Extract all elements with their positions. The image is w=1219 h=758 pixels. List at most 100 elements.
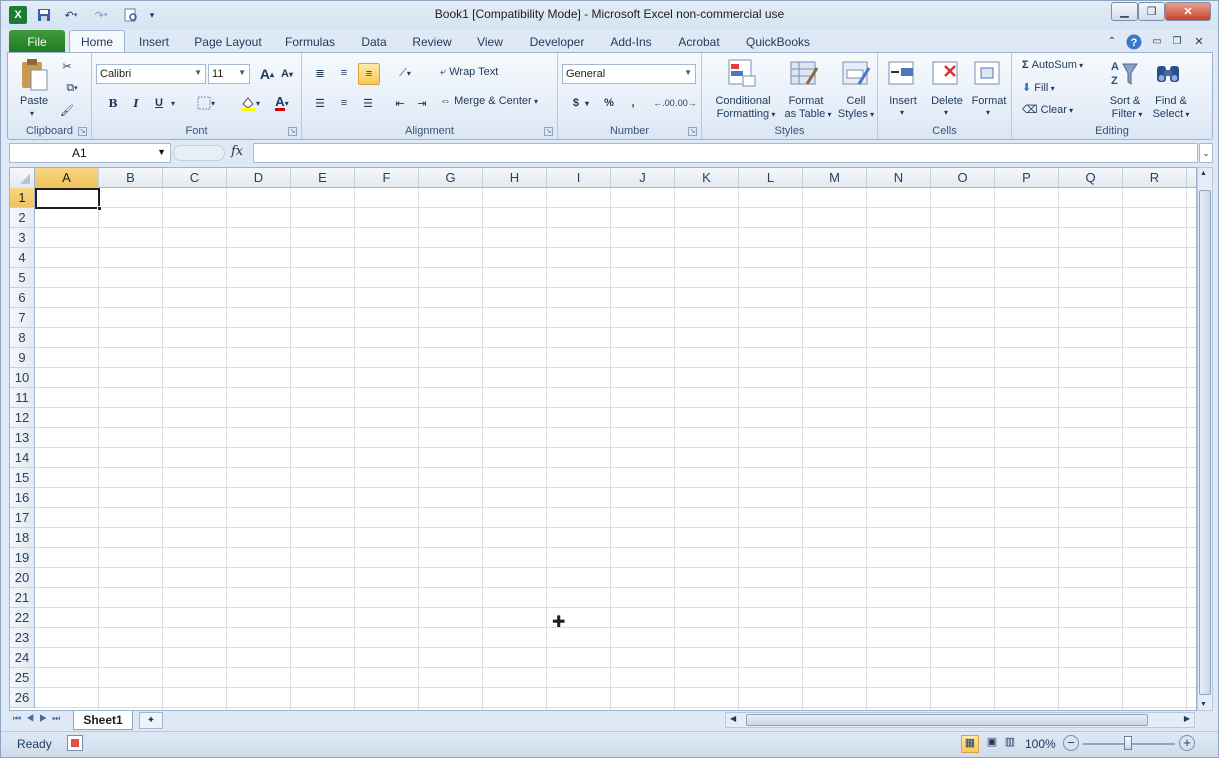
column-header[interactable]: L <box>739 168 803 188</box>
tab-acrobat[interactable]: Acrobat <box>671 30 727 53</box>
vertical-scrollbar[interactable]: ▲ ▼ <box>1197 167 1213 711</box>
column-header[interactable]: J <box>611 168 675 188</box>
decrease-indent-icon[interactable]: ⇤ <box>390 93 410 113</box>
merge-center-button[interactable]: ⇔ Merge & Center ▾ <box>440 95 538 107</box>
cell-area[interactable] <box>35 188 1196 710</box>
workbook-restore-icon[interactable]: ❐ <box>1169 30 1185 53</box>
autosum-button[interactable]: Σ AutoSum ▾ <box>1022 59 1083 71</box>
align-middle-icon[interactable]: ≡ <box>334 63 354 83</box>
column-header[interactable]: B <box>99 168 163 188</box>
paste-icon[interactable] <box>16 57 52 93</box>
row-header[interactable]: 4 <box>10 248 35 268</box>
paste-dropdown-icon[interactable]: ▾ <box>30 109 34 118</box>
row-header[interactable]: 21 <box>10 588 35 608</box>
name-box-dropdown-icon[interactable]: ▼ <box>157 147 166 157</box>
row-header[interactable]: 22 <box>10 608 35 628</box>
sort-filter-icon[interactable]: AZ <box>1108 57 1140 89</box>
shrink-font-icon[interactable]: A ▾ <box>278 65 296 83</box>
find-select-icon[interactable] <box>1152 57 1184 89</box>
row-header[interactable]: 3 <box>10 228 35 248</box>
row-header[interactable]: 10 <box>10 368 35 388</box>
column-header[interactable]: O <box>931 168 995 188</box>
tab-review[interactable]: Review <box>407 30 457 53</box>
paste-label[interactable]: Paste <box>20 95 48 107</box>
sheet-navigation-icons[interactable]: ⏮◀▶⏭ <box>13 713 65 724</box>
scroll-left-icon[interactable]: ◀ <box>730 714 736 723</box>
tab-formulas[interactable]: Formulas <box>279 30 341 53</box>
tab-add-ins[interactable]: Add-Ins <box>603 30 659 53</box>
fill-button[interactable]: ⬇ Fill ▾ <box>1022 81 1055 94</box>
row-header[interactable]: 12 <box>10 408 35 428</box>
delete-cells-icon[interactable] <box>930 57 962 89</box>
column-header[interactable]: P <box>995 168 1059 188</box>
maximize-button[interactable]: ❐ <box>1138 2 1165 21</box>
align-top-icon[interactable]: ≣ <box>310 63 330 83</box>
column-header[interactable]: H <box>483 168 547 188</box>
scroll-down-icon[interactable]: ▼ <box>1200 701 1207 708</box>
format-as-table-label2[interactable]: as Table ▾ <box>780 108 836 120</box>
align-bottom-icon[interactable]: ≡ <box>358 63 380 85</box>
tab-file[interactable]: File <box>9 30 65 53</box>
fill-handle[interactable] <box>97 206 102 211</box>
row-header[interactable]: 11 <box>10 388 35 408</box>
number-launcher-icon[interactable]: ↘ <box>688 127 697 136</box>
percent-icon[interactable]: % <box>600 94 618 112</box>
workbook-minimize-icon[interactable]: ▭ <box>1149 30 1165 53</box>
bold-button[interactable]: B <box>104 94 122 112</box>
insert-cells-icon[interactable] <box>886 57 918 89</box>
number-format-select[interactable]: General ▼ <box>562 64 696 84</box>
row-header[interactable]: 20 <box>10 568 35 588</box>
column-header[interactable]: M <box>803 168 867 188</box>
conditional-formatting-label1[interactable]: Conditional <box>710 95 776 107</box>
row-header[interactable]: 7 <box>10 308 35 328</box>
font-launcher-icon[interactable]: ↘ <box>288 127 297 136</box>
cell-styles-label2[interactable]: Styles ▾ <box>834 108 878 120</box>
underline-button[interactable]: U <box>150 94 168 112</box>
page-break-view-icon[interactable]: ▥ <box>1001 735 1019 753</box>
row-header[interactable]: 9 <box>10 348 35 368</box>
row-header[interactable]: 24 <box>10 648 35 668</box>
tab-data[interactable]: Data <box>353 30 395 53</box>
formula-divider-handle[interactable] <box>173 145 225 161</box>
workbook-close-icon[interactable]: ✕ <box>1191 30 1207 53</box>
expand-formula-bar-icon[interactable]: ⌄ <box>1199 143 1213 163</box>
cell-styles-label1[interactable]: Cell <box>842 95 870 107</box>
close-button[interactable]: ✕ <box>1165 2 1211 21</box>
underline-dropdown-icon[interactable]: ▾ <box>168 94 178 112</box>
collapse-ribbon-icon[interactable]: ⌃ <box>1105 30 1119 53</box>
column-header[interactable]: N <box>867 168 931 188</box>
row-header[interactable]: 2 <box>10 208 35 228</box>
formula-input[interactable] <box>253 143 1198 163</box>
delete-dropdown-icon[interactable]: ▾ <box>944 108 948 117</box>
conditional-formatting-icon[interactable] <box>726 57 758 89</box>
italic-button[interactable]: I <box>127 94 145 112</box>
sort-filter-label2[interactable]: Filter ▾ <box>1104 108 1150 120</box>
select-all-button[interactable] <box>10 168 35 188</box>
tab-quickbooks[interactable]: QuickBooks <box>739 30 817 53</box>
normal-view-icon[interactable]: ▦ <box>961 735 979 753</box>
increase-decimal-icon[interactable]: ← .00 <box>653 94 675 112</box>
row-header[interactable]: 18 <box>10 528 35 548</box>
help-icon[interactable]: ? <box>1125 30 1143 53</box>
find-select-label2[interactable]: Select ▾ <box>1146 108 1196 120</box>
font-size-select[interactable]: 11 ▼ <box>208 64 250 84</box>
decrease-decimal-icon[interactable]: .00 → <box>675 94 697 112</box>
align-left-icon[interactable]: ☰ <box>310 93 330 113</box>
tab-view[interactable]: View <box>469 30 511 53</box>
zoom-out-icon[interactable]: − <box>1063 735 1079 751</box>
insert-dropdown-icon[interactable]: ▾ <box>900 108 904 117</box>
copy-icon[interactable]: ⧉ ▾ <box>58 79 86 97</box>
wrap-text-button[interactable]: ⤶ Wrap Text <box>440 66 498 79</box>
increase-indent-icon[interactable]: ⇥ <box>412 93 432 113</box>
grow-font-icon[interactable]: A ▴ <box>258 65 276 83</box>
format-painter-icon[interactable]: 🖌 <box>58 101 76 119</box>
find-select-label1[interactable]: Find & <box>1150 95 1192 107</box>
font-family-select[interactable]: Calibri ▼ <box>96 64 206 84</box>
format-dropdown-icon[interactable]: ▾ <box>986 108 990 117</box>
column-header[interactable]: D <box>227 168 291 188</box>
cut-icon[interactable]: ✂ <box>58 57 76 75</box>
row-header[interactable]: 15 <box>10 468 35 488</box>
macro-record-icon[interactable] <box>67 735 83 751</box>
fill-color-icon[interactable]: ▾ <box>236 94 264 112</box>
sheet-tab-sheet1[interactable]: Sheet1 <box>73 711 133 730</box>
